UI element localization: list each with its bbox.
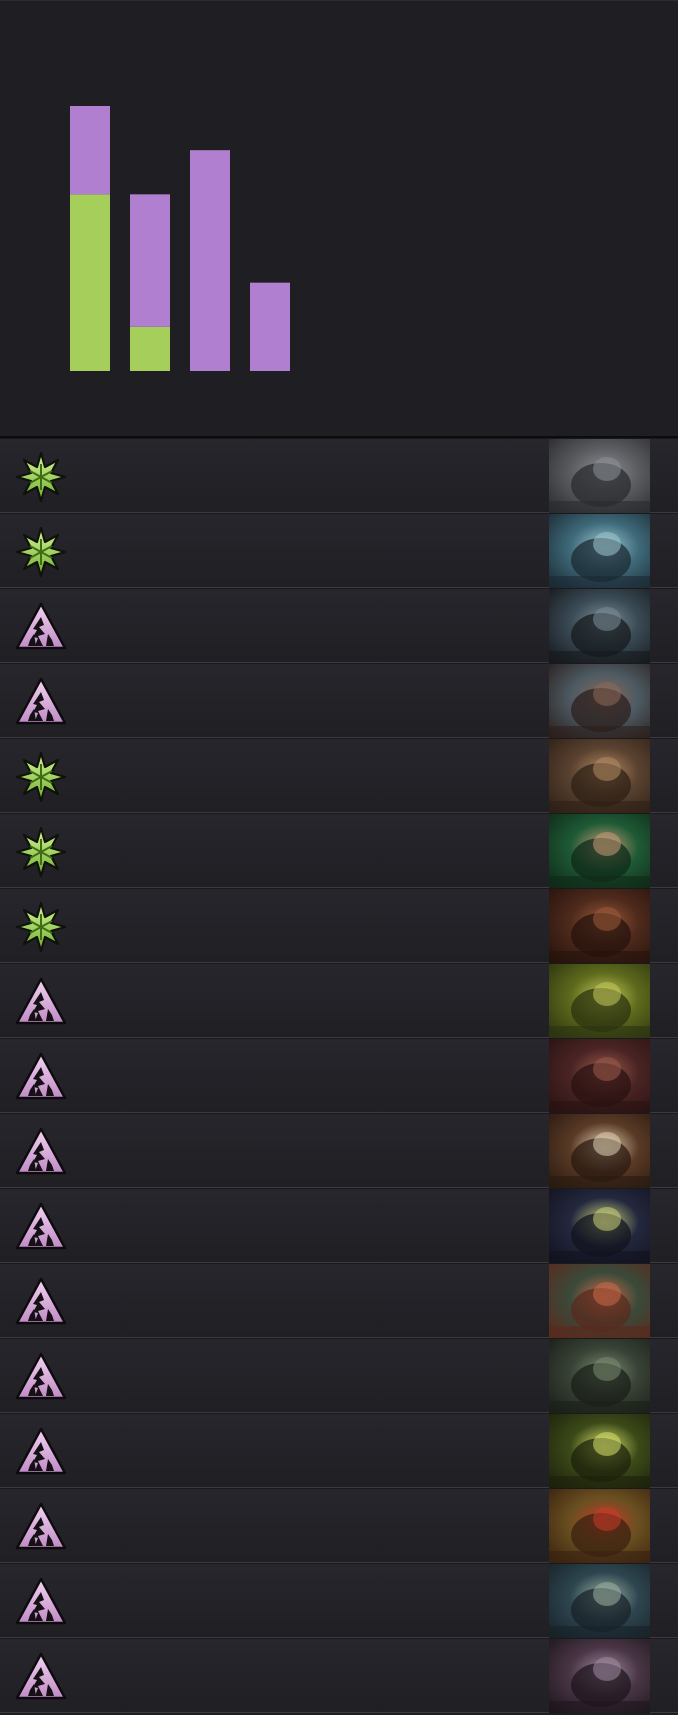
spell-icon: [14, 1125, 68, 1179]
card-art-thumbnail: [549, 439, 650, 513]
card-art-thumbnail: [549, 1114, 650, 1188]
spell-icon: [14, 1425, 68, 1479]
card-art-thumbnail: [549, 589, 650, 663]
card-list: [0, 438, 678, 1713]
card-row[interactable]: [0, 963, 678, 1038]
card-art-thumbnail: [549, 664, 650, 738]
card-art-thumbnail: [549, 889, 650, 963]
spell-icon: [14, 1200, 68, 1254]
card-art-thumbnail: [549, 739, 650, 813]
spell-icon: [14, 1350, 68, 1404]
mana-curve-chart: [70, 106, 290, 371]
card-art-thumbnail: [549, 1489, 650, 1563]
card-art-thumbnail: [549, 1339, 650, 1413]
spell-icon: [14, 1650, 68, 1704]
card-art-thumbnail: [549, 1189, 650, 1263]
card-row[interactable]: [0, 588, 678, 663]
card-row[interactable]: [0, 438, 678, 513]
spell-icon: [14, 975, 68, 1029]
spell-icon: [14, 675, 68, 729]
bar-creature-1: [130, 326, 170, 371]
creature-icon: [14, 525, 68, 579]
card-row[interactable]: [0, 1038, 678, 1113]
card-art-thumbnail: [549, 1039, 650, 1113]
card-art-thumbnail: [549, 1264, 650, 1338]
card-row[interactable]: [0, 1263, 678, 1338]
card-row[interactable]: [0, 1488, 678, 1563]
creature-icon: [14, 900, 68, 954]
card-art-thumbnail: [549, 814, 650, 888]
bar-creature-0: [70, 194, 110, 371]
spell-icon: [14, 600, 68, 654]
bar-spell-1: [130, 194, 170, 327]
card-row[interactable]: [0, 513, 678, 588]
card-art-thumbnail: [549, 1564, 650, 1638]
bar-spell-0: [70, 106, 110, 195]
card-art-thumbnail: [549, 1414, 650, 1488]
card-row[interactable]: [0, 663, 678, 738]
creature-icon: [14, 825, 68, 879]
card-row[interactable]: [0, 738, 678, 813]
creature-icon: [14, 450, 68, 504]
card-art-thumbnail: [549, 514, 650, 588]
card-row[interactable]: [0, 1563, 678, 1638]
bar-spell-3: [250, 282, 290, 371]
card-row[interactable]: [0, 1188, 678, 1263]
card-art-thumbnail: [549, 964, 650, 1038]
spell-icon: [14, 1275, 68, 1329]
creature-icon: [14, 750, 68, 804]
bar-spell-2: [190, 150, 230, 371]
card-row[interactable]: [0, 1338, 678, 1413]
card-row[interactable]: [0, 1413, 678, 1488]
mana-curve-chart-panel: [0, 0, 678, 438]
card-row[interactable]: [0, 813, 678, 888]
card-row[interactable]: [0, 888, 678, 963]
spell-icon: [14, 1500, 68, 1554]
spell-icon: [14, 1575, 68, 1629]
card-art-thumbnail: [549, 1639, 650, 1713]
card-row[interactable]: [0, 1638, 678, 1713]
spell-icon: [14, 1050, 68, 1104]
card-row[interactable]: [0, 1113, 678, 1188]
